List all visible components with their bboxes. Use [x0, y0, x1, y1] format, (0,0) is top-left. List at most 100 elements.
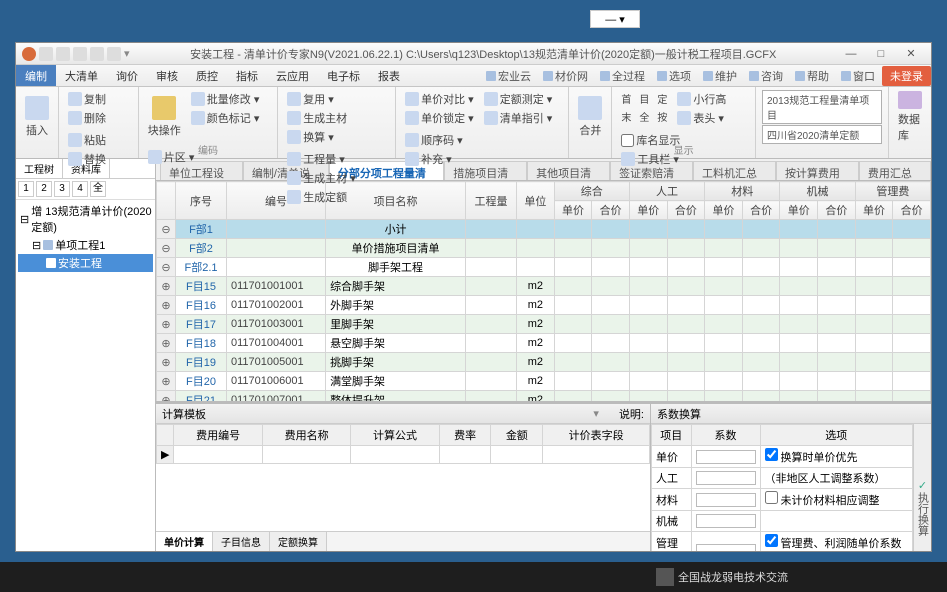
block-op-button[interactable]: 块操作	[145, 90, 184, 144]
stab-calc-fee[interactable]: 按计算费用表	[776, 161, 859, 180]
dir-button[interactable]: 目	[636, 90, 652, 107]
menu-qc[interactable]: 质控	[187, 65, 227, 86]
menu-report[interactable]: 报表	[369, 65, 409, 86]
last-button[interactable]: 末	[618, 108, 634, 125]
stab-fee-summary[interactable]: 费用汇总表	[859, 161, 931, 180]
price-compare-button[interactable]: 单价对比 ▾	[402, 90, 477, 108]
col-formula[interactable]: 计算公式	[351, 425, 439, 446]
opt-checkbox[interactable]	[765, 491, 778, 504]
opt-label[interactable]: 管理费、利润随单价系数调整	[765, 538, 902, 551]
taskbar[interactable]: 全国战龙弱电技术交流	[0, 562, 947, 592]
tab-norm-swap[interactable]: 定额换算	[270, 532, 327, 551]
delete-button[interactable]: 删除	[65, 109, 109, 127]
expand-icon[interactable]: ⊕	[161, 356, 171, 369]
by-button[interactable]: 按	[654, 108, 670, 125]
table-row[interactable]: 材料 未计价材料相应调整	[652, 489, 913, 511]
col-seq[interactable]: 序号	[176, 182, 227, 220]
table-row[interactable]: ⊖ F部2单价措施项目清单	[157, 239, 931, 258]
col-mg-total[interactable]: 合价	[893, 201, 931, 220]
gen-main-button[interactable]: 生成主材	[284, 109, 350, 127]
link-window[interactable]: 窗口	[836, 68, 880, 84]
qat-undo-icon[interactable]	[90, 47, 104, 61]
table-row[interactable]: ⊕ F目20011701006001满堂脚手架 m2	[157, 372, 931, 391]
norm-select-1[interactable]: 2013规范工程量清单项目	[762, 90, 882, 124]
header-col-button[interactable]: 表头 ▾	[674, 109, 729, 127]
expand-icon[interactable]: ⊕	[161, 318, 171, 331]
coef-input[interactable]	[696, 493, 756, 507]
first-button[interactable]: 首	[618, 90, 634, 107]
col-c-total[interactable]: 合价	[592, 201, 630, 220]
replace-button[interactable]: 替换	[65, 150, 109, 168]
menu-ebid[interactable]: 电子标	[318, 65, 369, 86]
tree-root[interactable]: ⊟增 13规范清单计价(2020定额)	[18, 202, 153, 236]
table-row[interactable]: ⊕ F目21011701007001整体提升架 m2	[157, 391, 931, 402]
expand-icon[interactable]: ⊕	[161, 375, 171, 388]
link-help[interactable]: 帮助	[790, 68, 834, 84]
expand-icon[interactable]: ⊕	[161, 299, 171, 312]
col-fee-code[interactable]: 费用编号	[174, 425, 262, 446]
col-fee-name[interactable]: 费用名称	[262, 425, 350, 446]
page-all[interactable]: 全	[90, 181, 106, 197]
copy-button[interactable]: 复制	[65, 90, 109, 108]
table-row[interactable]: ⊕ F目19011701005001挑脚手架 m2	[157, 353, 931, 372]
set-button[interactable]: 定	[654, 90, 670, 107]
expand-icon[interactable]: ⊕	[161, 280, 171, 293]
qat-save-icon[interactable]	[73, 47, 87, 61]
link-material[interactable]: 材价网	[538, 68, 593, 84]
close-button[interactable]: ✕	[897, 45, 925, 63]
page-2[interactable]: 2	[36, 181, 52, 197]
taskbar-item[interactable]: 全国战龙弱电技术交流	[648, 564, 796, 590]
norm-select-2[interactable]: 四川省2020清单定额	[762, 125, 882, 144]
row-height-button[interactable]: 小行高	[674, 90, 729, 108]
table-row[interactable]: 管理费 管理费、利润随单价系数调整	[652, 532, 913, 552]
col-rate[interactable]: 费率	[439, 425, 491, 446]
main-grid-wrap[interactable]: 序号 编号 项目名称 工程量 单位 综合 人工 材料 机械 管理费	[156, 181, 931, 401]
col-grp-comp[interactable]: 综合	[554, 182, 629, 201]
expand-icon[interactable]: ⊖	[161, 261, 171, 274]
supplement-button[interactable]: 补充 ▾	[402, 150, 466, 168]
expand-icon[interactable]: ⊖	[161, 242, 171, 255]
reuse-button[interactable]: 复用 ▾	[284, 90, 350, 108]
table-row[interactable]: ⊕ F目18011701004001悬空脚手架 m2	[157, 334, 931, 353]
gen-norm-button[interactable]: 生成定额	[284, 188, 359, 206]
coef-input[interactable]	[696, 544, 756, 552]
coef-input[interactable]	[696, 450, 756, 464]
merge-button[interactable]: 合并	[575, 90, 605, 144]
list-guide-button[interactable]: 清单指引 ▾	[481, 109, 556, 127]
table-row[interactable]: ⊕ F目15011701001001综合脚手架 m2	[157, 277, 931, 296]
opt-label[interactable]: 换算时单价优先	[765, 452, 858, 464]
tab-item-info[interactable]: 子目信息	[213, 532, 270, 551]
gen-main2-button[interactable]: 生成主材 ▾	[284, 169, 359, 187]
qat-new-icon[interactable]	[39, 47, 53, 61]
expand-icon[interactable]: ⊖	[161, 223, 171, 236]
paste-button[interactable]: 粘贴	[65, 131, 109, 149]
tab-project-tree[interactable]: 工程树	[16, 159, 63, 178]
col-m-total[interactable]: 合价	[742, 201, 780, 220]
table-row[interactable]: ⊕ F目17011701003001里脚手架 m2	[157, 315, 931, 334]
page-3[interactable]: 3	[54, 181, 70, 197]
menu-review[interactable]: 审核	[147, 65, 187, 86]
maximize-button[interactable]: □	[867, 45, 895, 63]
menu-big-list[interactable]: 大清单	[56, 65, 107, 86]
price-lock-button[interactable]: 单价锁定 ▾	[402, 109, 477, 127]
opt-checkbox[interactable]	[765, 448, 778, 461]
qat-open-icon[interactable]	[56, 47, 70, 61]
all-button[interactable]: 全	[636, 108, 652, 125]
page-1[interactable]: 1	[18, 181, 34, 197]
link-maintain[interactable]: 维护	[698, 68, 742, 84]
col-amount[interactable]: 金额	[491, 425, 543, 446]
norm-measure-button[interactable]: 定额测定 ▾	[481, 90, 556, 108]
col-mc-total[interactable]: 合价	[818, 201, 856, 220]
batch-edit-button[interactable]: 批量修改 ▾	[188, 90, 263, 108]
col-grp-labor[interactable]: 人工	[629, 182, 704, 201]
tree-unit-project[interactable]: ⊟单项工程1	[18, 236, 153, 254]
col-unit[interactable]: 单位	[517, 182, 555, 220]
col-grp-mat[interactable]: 材料	[705, 182, 780, 201]
link-process[interactable]: 全过程	[595, 68, 650, 84]
table-row[interactable]: 单价 换算时单价优先	[652, 446, 913, 468]
coef-input[interactable]	[696, 471, 756, 485]
opt-label[interactable]: 未计价材料相应调整	[765, 495, 880, 507]
col-mg-unit[interactable]: 单价	[855, 201, 893, 220]
link-options[interactable]: 选项	[652, 68, 696, 84]
menu-index[interactable]: 指标	[227, 65, 267, 86]
